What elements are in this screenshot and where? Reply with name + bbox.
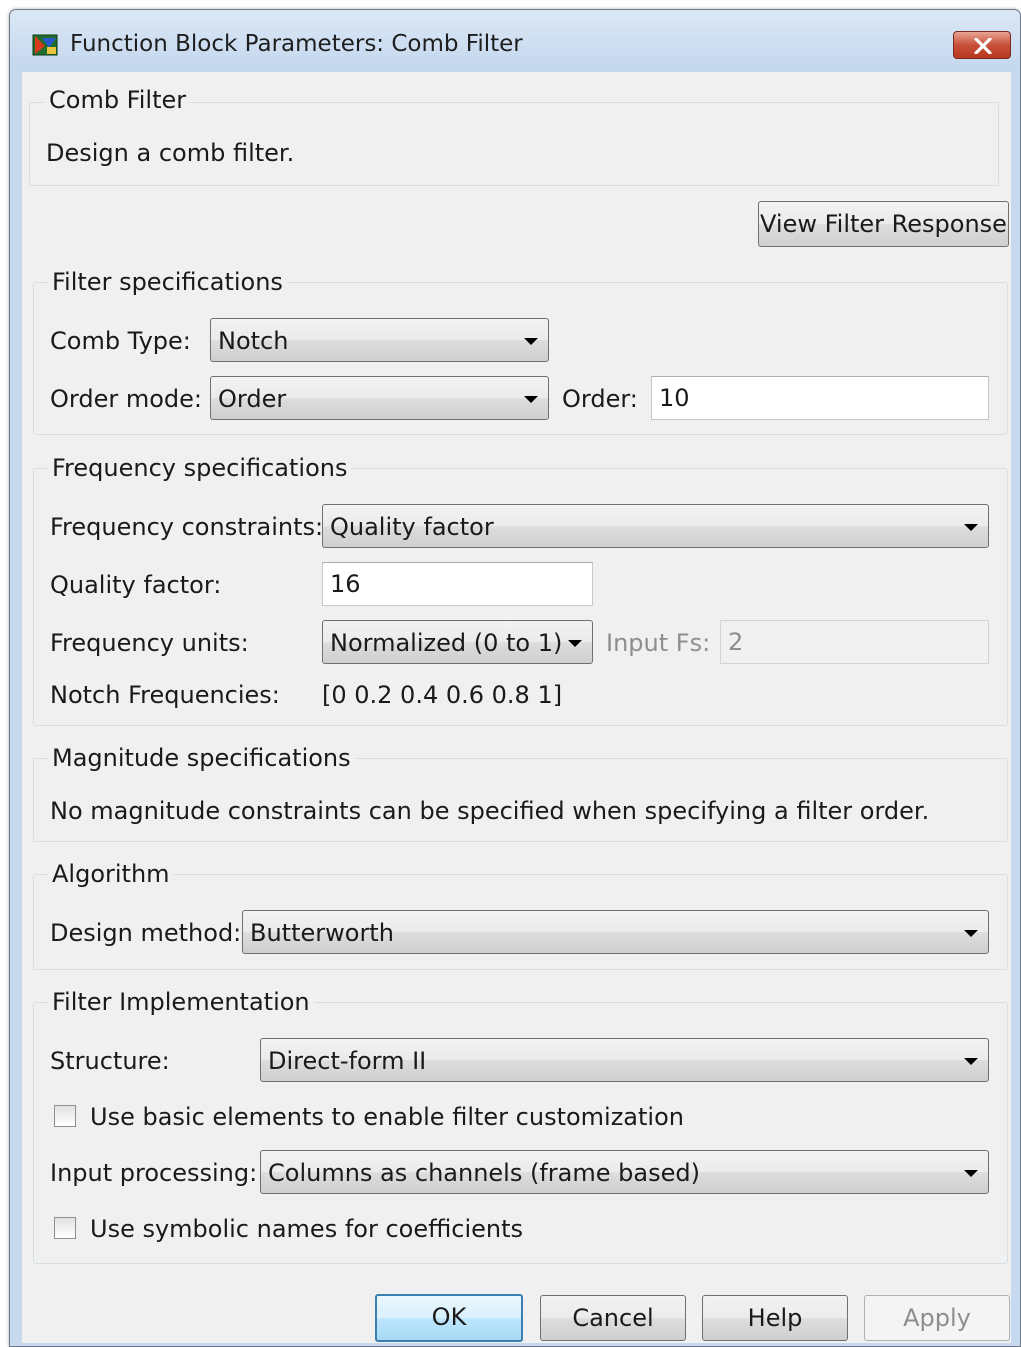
quality-factor-label: Quality factor: <box>50 571 222 599</box>
frequency-constraints-label: Frequency constraints: <box>50 513 324 541</box>
basic-elements-label[interactable]: Use basic elements to enable filter cust… <box>90 1103 684 1131</box>
input-processing-dropdown[interactable]: Columns as channels (frame based) <box>260 1150 989 1194</box>
input-fs-value: 2 <box>728 628 744 656</box>
input-fs-input: 2 <box>720 620 989 664</box>
comb-type-label: Comb Type: <box>50 327 191 355</box>
title-bar[interactable]: Function Block Parameters: Comb Filter <box>10 10 1020 70</box>
chevron-down-icon <box>964 1058 978 1065</box>
basic-elements-checkbox[interactable] <box>54 1105 76 1127</box>
filter-implementation-title: Filter Implementation <box>48 988 314 1016</box>
order-mode-value: Order <box>218 385 287 413</box>
design-method-value: Butterworth <box>250 919 394 947</box>
order-mode-label: Order mode: <box>50 385 202 413</box>
chevron-down-icon <box>524 338 538 345</box>
dialog-window: Function Block Parameters: Comb Filter C… <box>9 9 1021 1347</box>
frequency-constraints-dropdown[interactable]: Quality factor <box>322 504 989 548</box>
chevron-down-icon <box>964 930 978 937</box>
quality-factor-value: 16 <box>330 570 361 598</box>
notch-frequencies-label: Notch Frequencies: <box>50 681 280 709</box>
order-label: Order: <box>562 385 638 413</box>
simulink-app-icon <box>32 32 60 58</box>
frequency-units-dropdown[interactable]: Normalized (0 to 1) <box>322 620 593 664</box>
frequency-units-value: Normalized (0 to 1) <box>330 629 563 657</box>
cancel-button[interactable]: Cancel <box>540 1295 686 1341</box>
algorithm-title: Algorithm <box>48 860 174 888</box>
symbolic-names-label[interactable]: Use symbolic names for coefficients <box>90 1215 523 1243</box>
structure-label: Structure: <box>50 1047 170 1075</box>
comb-type-dropdown[interactable]: Notch <box>210 318 549 362</box>
chevron-down-icon <box>524 396 538 403</box>
quality-factor-input[interactable]: 16 <box>322 562 593 606</box>
order-input[interactable]: 10 <box>651 376 989 420</box>
structure-dropdown[interactable]: Direct-form II <box>260 1038 989 1082</box>
order-input-value: 10 <box>659 384 690 412</box>
structure-value: Direct-form II <box>268 1047 427 1075</box>
window-title: Function Block Parameters: Comb Filter <box>70 31 523 57</box>
notch-frequencies-value: [0 0.2 0.4 0.6 0.8 1] <box>322 681 563 709</box>
order-mode-dropdown[interactable]: Order <box>210 376 549 420</box>
design-method-dropdown[interactable]: Butterworth <box>242 910 989 954</box>
description-group-title: Comb Filter <box>45 86 191 114</box>
magnitude-message: No magnitude constraints can be specifie… <box>50 797 930 825</box>
chevron-down-icon <box>964 524 978 531</box>
input-processing-label: Input processing: <box>50 1159 258 1187</box>
input-processing-value: Columns as channels (frame based) <box>268 1159 700 1187</box>
dialog-body: Comb Filter Design a comb filter. View F… <box>22 72 1011 1343</box>
chevron-down-icon <box>964 1170 978 1177</box>
magnitude-specifications-title: Magnitude specifications <box>48 744 355 772</box>
help-button[interactable]: Help <box>702 1295 848 1341</box>
apply-button: Apply <box>864 1295 1010 1341</box>
design-method-label: Design method: <box>50 919 242 947</box>
frequency-constraints-value: Quality factor <box>330 513 494 541</box>
close-button[interactable] <box>953 31 1011 59</box>
chevron-down-icon <box>568 640 582 647</box>
symbolic-names-checkbox[interactable] <box>54 1217 76 1239</box>
input-fs-label: Input Fs: <box>606 629 711 657</box>
view-filter-response-button[interactable]: View Filter Response <box>758 201 1009 247</box>
ok-button[interactable]: OK <box>375 1294 523 1342</box>
block-description: Design a comb filter. <box>46 139 295 167</box>
comb-type-value: Notch <box>218 327 289 355</box>
frequency-specifications-title: Frequency specifications <box>48 454 352 482</box>
frequency-units-label: Frequency units: <box>50 629 249 657</box>
filter-specifications-title: Filter specifications <box>48 268 287 296</box>
